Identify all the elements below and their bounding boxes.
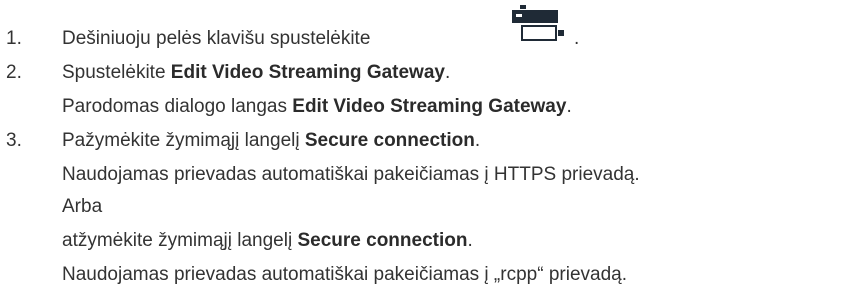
icon-tab [520, 5, 526, 9]
step-1-period: . [574, 28, 580, 49]
step-3-alt-instruction: atžymėkite žymimąjį langelį Secure conne… [62, 230, 473, 252]
step-3-alt-checkbox-name: Secure connection [297, 230, 468, 251]
icon-square [558, 30, 564, 36]
step-3-instruction: Pažymėkite žymimąjį langelį Secure conne… [62, 130, 480, 152]
icon-frame [521, 25, 557, 41]
step-3-pre: Pažymėkite žymimąjį langelį [62, 130, 305, 151]
step-2-result: Parodomas dialogo langas Edit Video Stre… [62, 96, 572, 118]
step-3-or: Arba [62, 196, 103, 217]
video-streaming-gateway-icon [512, 5, 564, 41]
step-2-pre: Spustelėkite [62, 62, 171, 83]
step-3-alt-pre: atžymėkite žymimąjį langelį [62, 230, 298, 251]
step-1-text: Dešiniuoju pelės klavišu spustelėkite [62, 28, 370, 50]
step-3-number: 3. [6, 130, 22, 151]
step-2-result-dialog-name: Edit Video Streaming Gateway [292, 96, 567, 117]
step-2-result-post: . [566, 96, 572, 117]
step-2-number: 2. [6, 62, 22, 83]
step-1-instruction: Dešiniuoju pelės klavišu spustelėkite [62, 28, 371, 49]
step-3-result-1: Naudojamas prievadas automatiškai pakeič… [62, 164, 640, 185]
step-2-result-pre: Parodomas dialogo langas [62, 96, 293, 117]
step-2-instruction: Spustelėkite Edit Video Streaming Gatewa… [62, 62, 450, 84]
step-3-result-2: Naudojamas prievadas automatiškai pakeič… [62, 264, 627, 285]
step-2-post: . [444, 62, 451, 83]
step-2-ui-name: Edit Video Streaming Gateway [170, 62, 445, 83]
step-1-number: 1. [6, 28, 22, 49]
step-3-checkbox-name: Secure connection [304, 130, 475, 151]
step-3-post: . [474, 130, 481, 151]
icon-led [516, 14, 522, 17]
step-3-alt-post: . [467, 230, 473, 251]
